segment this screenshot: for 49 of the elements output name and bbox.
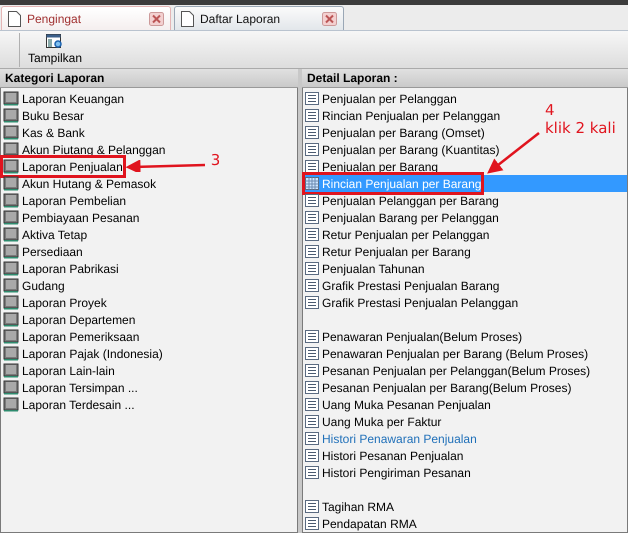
report-item[interactable]: Pesanan Penjualan per Barang(Belum Proses)	[305, 379, 572, 396]
report-item[interactable]: Penjualan per Barang (Omset)	[305, 124, 485, 141]
category-item[interactable]: Laporan Tersimpan ...	[3, 379, 138, 396]
category-item[interactable]: Persediaan	[3, 243, 83, 260]
report-item[interactable]: Penjualan Barang per Pelanggan	[305, 209, 499, 226]
category-item[interactable]: Aktiva Tetap	[3, 226, 88, 243]
show-button[interactable]: Tampilkan	[19, 32, 82, 66]
tab[interactable]: Daftar Laporan	[174, 6, 344, 30]
report-item[interactable]: Pesanan Penjualan per Pelanggan(Belum Proses)	[305, 362, 590, 379]
report-item[interactable]: Retur Penjualan per Pelanggan	[305, 226, 490, 243]
category-item[interactable]: Pembiayaan Pesanan	[3, 209, 140, 226]
category-item[interactable]: Laporan Terdesain ...	[3, 396, 135, 413]
report-item[interactable]: Penjualan per Barang (Kuantitas)	[305, 141, 500, 158]
category-item[interactable]: Laporan Departemen	[3, 311, 136, 328]
category-item[interactable]: Akun Hutang & Pemasok	[3, 175, 156, 192]
step-number: 3	[210, 151, 220, 169]
report-item[interactable]: Pendapatan RMA	[305, 515, 417, 532]
report-item[interactable]: Penjualan Pelanggan per Barang	[305, 192, 499, 209]
report-item[interactable]: Uang Muka per Faktur	[305, 413, 442, 430]
category-item[interactable]: Laporan Proyek	[3, 294, 107, 311]
panel-header: Kategori Laporan	[0, 69, 298, 88]
category-item[interactable]: Laporan Pajak (Indonesia)	[3, 345, 163, 362]
category-item[interactable]: Akun Piutang & Pelanggan	[3, 141, 166, 158]
category-item[interactable]: Laporan Keuangan	[3, 90, 124, 107]
report-item[interactable]: Histori Penawaran Penjualan	[305, 430, 477, 447]
step-note: klik 2 kali	[545, 119, 616, 137]
report-item[interactable]: Grafik Prestasi Penjualan Barang	[305, 277, 500, 294]
report-item[interactable]: Retur Penjualan per Barang	[305, 243, 471, 260]
report-item[interactable]: Rincian Penjualan per Pelanggan	[305, 107, 500, 124]
report-item[interactable]: Penjualan Tahunan	[305, 260, 425, 277]
category-item[interactable]: Laporan Pembelian	[3, 192, 126, 209]
tab[interactable]: Pengingat	[1, 6, 171, 30]
category-item[interactable]: Laporan Pabrikasi	[3, 260, 119, 277]
step-number: 4	[545, 101, 555, 119]
report-item[interactable]: Tagihan RMA	[305, 498, 394, 515]
report-item[interactable]: Penawaran Penjualan(Belum Proses)	[305, 328, 522, 345]
report-item[interactable]: Uang Muka Pesanan Penjualan	[305, 396, 491, 413]
report-item[interactable]: Penjualan per Pelanggan	[305, 90, 457, 107]
report-item[interactable]: Histori Pengiriman Pesanan	[305, 464, 471, 481]
report-item[interactable]: Penjualan per Barang	[305, 158, 438, 175]
category-item[interactable]: Kas & Bank	[3, 124, 85, 141]
category-item[interactable]: Gudang	[3, 277, 65, 294]
report-item[interactable]: Grafik Prestasi Penjualan Pelanggan	[305, 294, 518, 311]
panel-header: Detail Laporan :	[302, 69, 628, 88]
report-item[interactable]: Histori Pesanan Penjualan	[305, 447, 464, 464]
category-item[interactable]: Buku Besar	[3, 107, 84, 124]
category-item[interactable]: Laporan Pemeriksaan	[3, 328, 140, 345]
category-item[interactable]: Laporan Lain-lain	[3, 362, 115, 379]
report-item[interactable]: Penawaran Penjualan per Barang (Belum Proses)	[305, 345, 588, 362]
